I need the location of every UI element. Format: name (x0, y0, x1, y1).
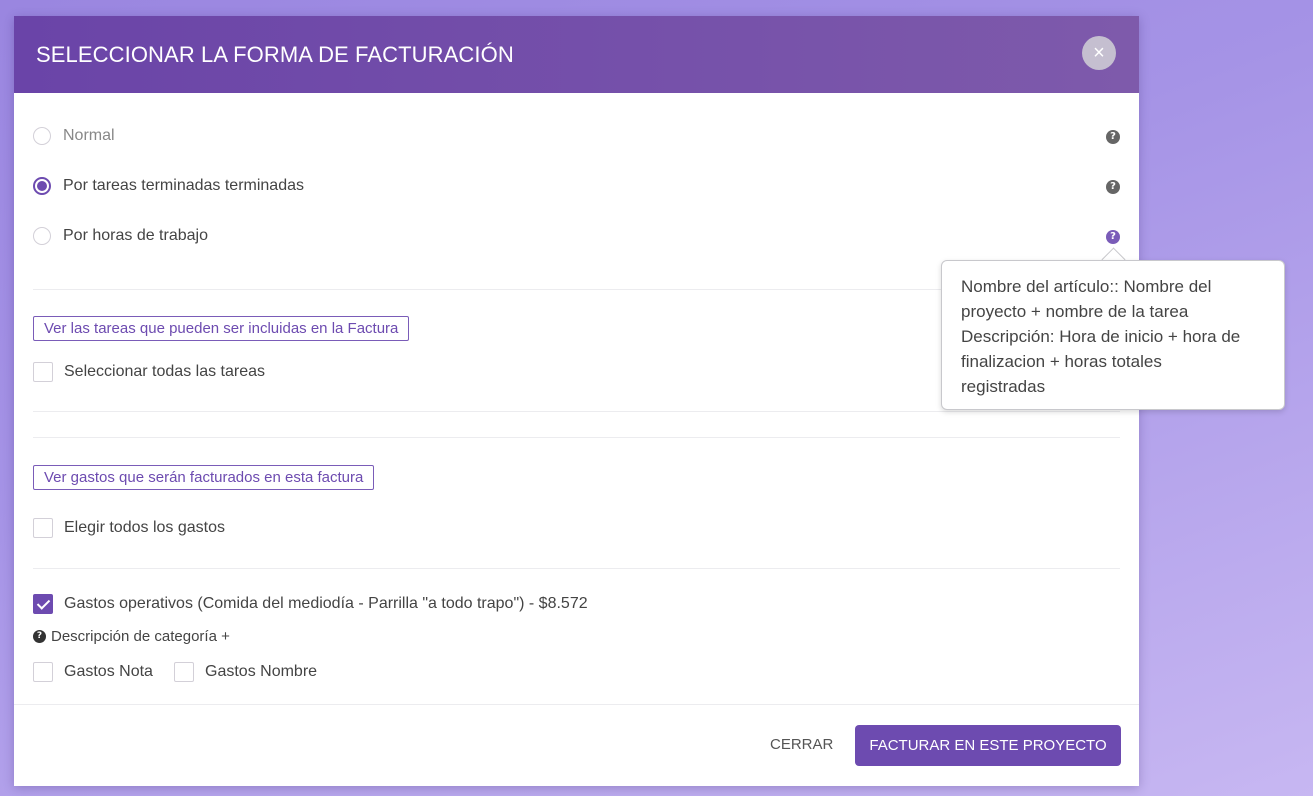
expense-name-option[interactable]: Gastos Nombre (174, 662, 317, 682)
option-normal-label: Normal (63, 127, 115, 144)
tooltip-line: Nombre del artículo:: Nombre del (961, 277, 1212, 296)
category-description-label: Descripción de categoría + (51, 628, 230, 645)
radio-by-hours[interactable] (33, 227, 51, 245)
question-icon: ? (33, 630, 46, 643)
footer-divider (14, 704, 1139, 705)
select-all-tasks-label: Seleccionar todas las tareas (64, 363, 265, 380)
modal-title: SELECCIONAR LA FORMA DE FACTURACIÓN (36, 42, 514, 67)
view-expenses-button[interactable]: Ver gastos que serán facturados en esta … (33, 465, 375, 490)
select-all-expenses-label: Elegir todos los gastos (64, 519, 225, 536)
expense-item-label: Gastos operativos (Comida del mediodía -… (64, 595, 588, 612)
select-all-expenses-checkbox[interactable] (33, 518, 53, 538)
select-all-tasks-checkbox[interactable] (33, 362, 53, 382)
view-tasks-button[interactable]: Ver las tareas que pueden ser incluidas … (33, 316, 410, 341)
divider (33, 437, 1120, 438)
expense-note-label: Gastos Nota (64, 663, 153, 680)
divider (33, 568, 1120, 569)
radio-by-tasks[interactable] (33, 177, 51, 195)
select-all-expenses[interactable]: Elegir todos los gastos (33, 518, 225, 538)
help-icon-by-hours[interactable]: ? (1106, 230, 1120, 244)
category-description[interactable]: ? Descripción de categoría + (33, 628, 230, 645)
radio-normal[interactable] (33, 127, 51, 145)
expense-note-checkbox[interactable] (33, 662, 53, 682)
help-icon-by-tasks[interactable]: ? (1106, 180, 1120, 194)
tooltip-line: registradas (961, 377, 1046, 396)
select-all-tasks[interactable]: Seleccionar todas las tareas (33, 362, 265, 382)
option-by-tasks[interactable]: Por tareas terminadas terminadas (33, 177, 304, 195)
tooltip-line: proyecto + nombre de la tarea (961, 302, 1189, 321)
tooltip-line: Descripción: Hora de inicio + hora de (961, 327, 1241, 346)
close-button[interactable]: CERRAR (770, 736, 833, 753)
option-by-tasks-label: Por tareas terminadas terminadas (63, 177, 304, 194)
help-tooltip: Nombre del artículo:: Nombre del proyect… (941, 260, 1285, 410)
divider (33, 411, 1120, 412)
option-by-hours[interactable]: Por horas de trabajo (33, 227, 208, 245)
tooltip-line: finalizacion + horas totales (961, 352, 1162, 371)
help-icon-normal[interactable]: ? (1106, 130, 1120, 144)
option-normal[interactable]: Normal (33, 127, 115, 145)
expense-item[interactable]: Gastos operativos (Comida del mediodía -… (33, 594, 588, 614)
expense-item-checkbox[interactable] (33, 594, 53, 614)
expense-note-option[interactable]: Gastos Nota (33, 662, 153, 682)
option-by-hours-label: Por horas de trabajo (63, 227, 208, 244)
close-icon[interactable]: × (1082, 36, 1116, 70)
expense-name-checkbox[interactable] (174, 662, 194, 682)
modal-header: SELECCIONAR LA FORMA DE FACTURACIÓN × (14, 16, 1139, 93)
expense-name-label: Gastos Nombre (205, 663, 318, 680)
submit-invoice-button[interactable]: FACTURAR EN ESTE PROYECTO (855, 725, 1121, 766)
